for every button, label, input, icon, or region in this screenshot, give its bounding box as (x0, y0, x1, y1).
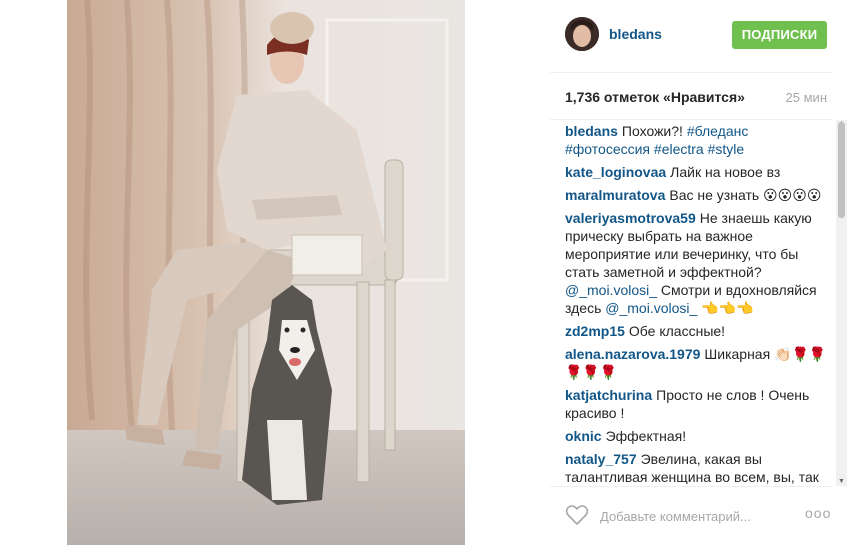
comment-username[interactable]: kate_loginovaa (565, 164, 666, 180)
comment-footer: ooo (550, 486, 832, 546)
comment-username[interactable]: valeriyasmotrova59 (565, 210, 696, 226)
comment-text: Эффектная! (605, 428, 687, 444)
post-stats: 1,736 отметок «Нравится» 25 мин (550, 73, 832, 120)
comment-username[interactable]: bledans (565, 123, 618, 139)
avatar-image (565, 17, 599, 51)
comments-scrollbar[interactable]: ▲ ▼ (836, 120, 847, 486)
scrollbar-thumb[interactable] (838, 122, 845, 218)
comment-input[interactable] (600, 506, 780, 526)
comment-username[interactable]: nataly_757 (565, 451, 637, 467)
comment-text: Обе классные! (628, 323, 726, 339)
follow-button[interactable]: ПОДПИСКИ (732, 21, 827, 49)
post-header: bledans ПОДПИСКИ (550, 0, 832, 73)
comment-item: kate_loginovaa Лайк на новое вз (565, 163, 830, 181)
comment-item: katjatchurina Просто не слов ! Очень крас… (565, 386, 830, 422)
comment-item: oknic Эффектная! (565, 427, 830, 445)
more-options-icon[interactable]: ooo (805, 505, 831, 521)
post-photo[interactable] (67, 0, 465, 545)
post-photo-image (67, 0, 465, 545)
comment-text: Вас не узнать 😮😮😮😮 (669, 187, 822, 203)
comment-username[interactable]: zd2mp15 (565, 323, 625, 339)
likes-count[interactable]: 1,736 отметок «Нравится» (565, 89, 745, 105)
comment-item: valeriyasmotrova59 Не знаешь какую причес… (565, 209, 830, 317)
comments-list[interactable]: bledans Похожи?! #бледанс #фотосессия #el… (565, 122, 830, 484)
post-time[interactable]: 25 мин (786, 90, 827, 105)
comment-username[interactable]: oknic (565, 428, 602, 444)
comment-mention[interactable]: @_moi.volosi_ (565, 282, 657, 298)
comment-item: zd2mp15 Обе классные! (565, 322, 830, 340)
comment-item: nataly_757 Эвелина, какая вы талантливая … (565, 450, 830, 484)
comment-username[interactable]: maralmuratova (565, 187, 665, 203)
comment-item: bledans Похожи?! #бледанс #фотосессия #el… (565, 122, 830, 158)
avatar[interactable] (565, 17, 599, 51)
comment-item: alena.nazarova.1979 Шикарная 👏🏻🌹🌹🌹🌹🌹 (565, 345, 830, 381)
post-details-panel: bledans ПОДПИСКИ 1,736 отметок «Нравится… (550, 0, 847, 545)
comment-mention[interactable]: @_moi.volosi_ (605, 300, 697, 316)
comment-text: 👈👈👈 (701, 300, 754, 316)
comment-username[interactable]: katjatchurina (565, 387, 652, 403)
comment-item: maralmuratova Вас не узнать 😮😮😮😮 (565, 186, 830, 204)
post-username[interactable]: bledans (609, 26, 662, 42)
heart-icon[interactable] (565, 504, 589, 526)
scroll-down-arrow-icon[interactable]: ▼ (837, 478, 846, 486)
comment-text: Похожи?! (621, 123, 683, 139)
comment-username[interactable]: alena.nazarova.1979 (565, 346, 700, 362)
comment-text: Лайк на новое вз (670, 164, 781, 180)
